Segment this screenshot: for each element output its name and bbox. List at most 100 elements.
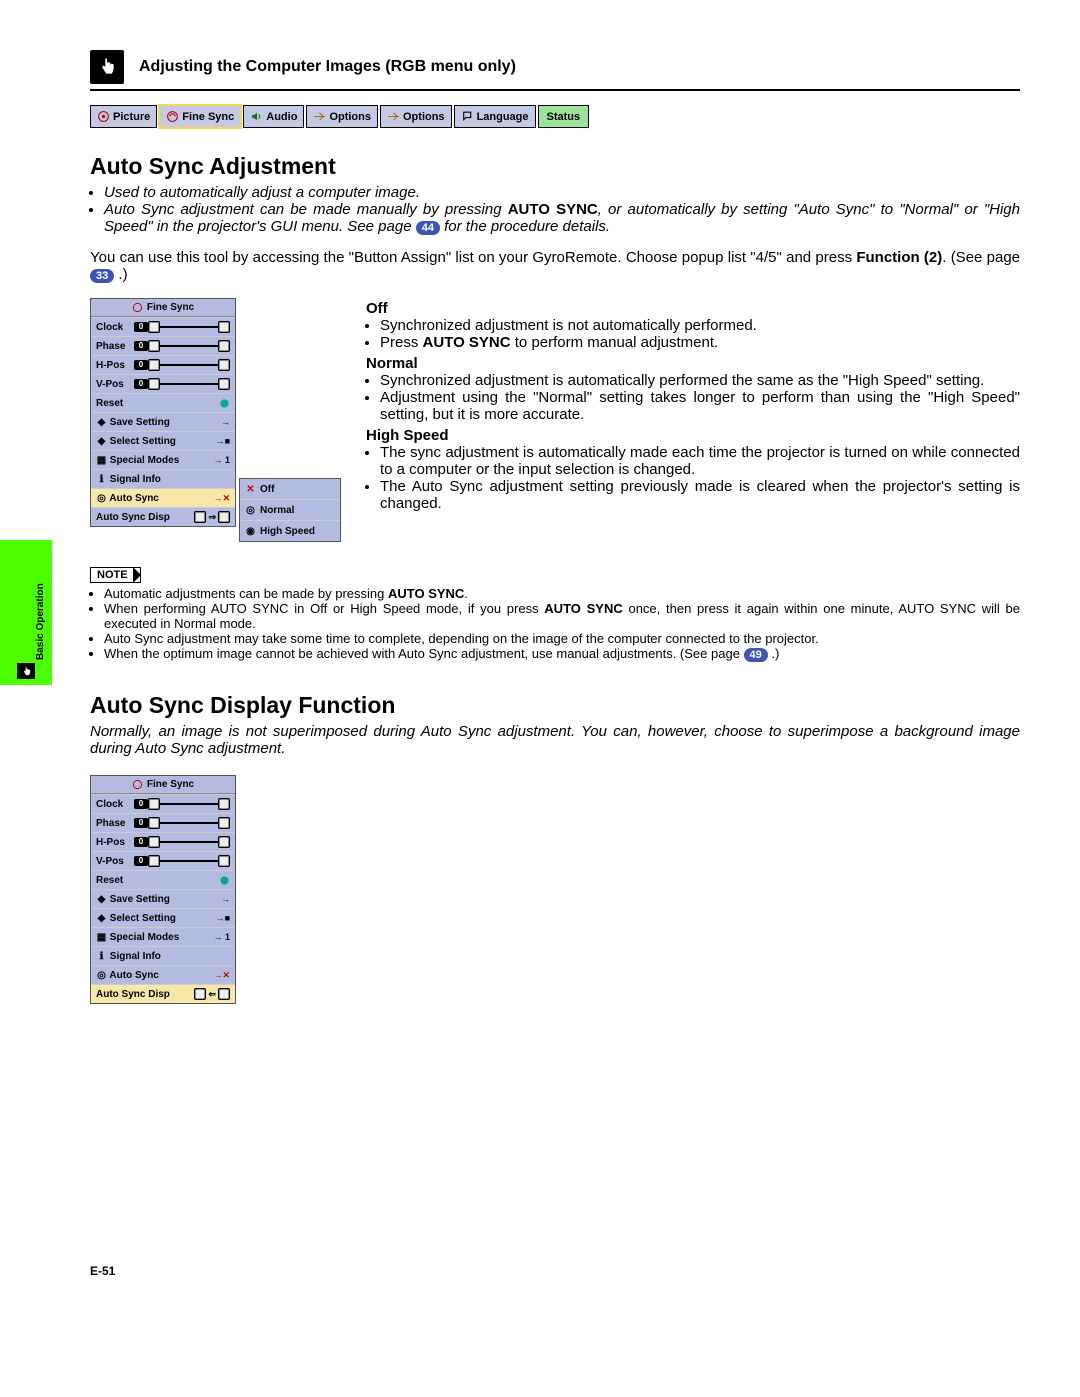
popup-label: High Speed	[260, 526, 315, 537]
sync-icon: ◎	[96, 970, 107, 981]
osd-row-vpos[interactable]: V-Pos 0	[91, 851, 235, 870]
popup-option-off[interactable]: ✕ Off	[240, 479, 340, 500]
osd-label: Auto Sync	[109, 493, 158, 504]
section-intro: Used to automatically adjust a computer …	[90, 184, 1020, 235]
tab-language[interactable]: Language	[454, 105, 536, 128]
page-title: Adjusting the Computer Images (RGB menu …	[139, 58, 516, 76]
popup-label: Normal	[260, 505, 294, 516]
osd-sub-auto-sync-disp[interactable]: Auto Sync Disp ⇐	[91, 984, 235, 1003]
tab-fine-sync[interactable]: Fine Sync	[159, 105, 241, 128]
toggle-icon	[194, 511, 206, 523]
diamond-icon: ◆	[96, 894, 107, 905]
osd-label: V-Pos	[96, 379, 134, 390]
sync-icon	[166, 110, 179, 123]
text-bold: AUTO SYNC	[423, 334, 511, 351]
slider-knob[interactable]	[148, 378, 160, 390]
slider-knob[interactable]	[148, 855, 160, 867]
popup-option-high-speed[interactable]: ◉ High Speed	[240, 521, 340, 541]
page-ref: 33	[90, 269, 114, 283]
value-box: 0	[134, 341, 148, 351]
audio-icon	[250, 110, 263, 123]
osd-sub-special[interactable]: ▦ Special Modes → 1	[91, 450, 235, 469]
text: Synchronized adjustment is not automatic…	[380, 317, 757, 334]
slider-knob[interactable]	[148, 321, 160, 333]
text: Auto Sync adjustment may take some time …	[104, 631, 819, 646]
slider-end	[218, 378, 230, 390]
tab-picture[interactable]: Picture	[90, 105, 157, 128]
arrow-icon: →■	[216, 913, 230, 923]
text: .)	[768, 646, 780, 661]
osd-sub-select[interactable]: ◆ Select Setting →■	[91, 431, 235, 450]
osd-label: Special Modes	[110, 932, 179, 943]
osd-label: Auto Sync Disp	[96, 989, 170, 1000]
osd-label: V-Pos	[96, 856, 134, 867]
page-header: Adjusting the Computer Images (RGB menu …	[90, 50, 1020, 84]
osd-label: Reset	[96, 875, 134, 886]
info-icon: ℹ	[96, 474, 107, 485]
osd-label: H-Pos	[96, 837, 134, 848]
osd-sub-save[interactable]: ◆ Save Setting →	[91, 412, 235, 431]
tab-label: Language	[477, 111, 529, 123]
osd-row-phase[interactable]: Phase 0	[91, 813, 235, 832]
osd-row-hpos[interactable]: H-Pos 0	[91, 355, 235, 374]
osd-label: Special Modes	[110, 455, 179, 466]
osd-sub-special[interactable]: ▦ Special Modes → 1	[91, 927, 235, 946]
osd-sub-save[interactable]: ◆ Save Setting →	[91, 889, 235, 908]
slider-knob[interactable]	[148, 359, 160, 371]
language-icon	[461, 110, 474, 123]
slider-knob[interactable]	[148, 836, 160, 848]
slider-knob[interactable]	[148, 798, 160, 810]
text: When performing AUTO SYNC in Off or High…	[104, 601, 544, 616]
osd-sub-auto-sync[interactable]: ◎ Auto Sync →✕	[91, 965, 235, 984]
options-icon	[313, 110, 326, 123]
osd-label: Signal Info	[110, 474, 161, 485]
page-ref: 44	[416, 221, 440, 235]
osd-sub-auto-sync[interactable]: ◎ Auto Sync →✕	[91, 488, 235, 507]
osd-row-reset[interactable]: Reset	[91, 393, 235, 412]
notes-list: Automatic adjustments can be made by pre…	[90, 586, 1020, 662]
intro-text: Used to automatically adjust a computer …	[104, 184, 420, 201]
osd-sub-signal[interactable]: ℹ Signal Info	[91, 469, 235, 488]
off-icon: ✕	[245, 484, 256, 495]
arrow-icon: → 1	[213, 932, 230, 942]
osd-row-vpos[interactable]: V-Pos 0	[91, 374, 235, 393]
slider-knob[interactable]	[148, 817, 160, 829]
tab-status[interactable]: Status	[538, 105, 590, 128]
modes-icon: ▦	[96, 932, 107, 943]
text: . (See page	[942, 249, 1020, 266]
osd-row-hpos[interactable]: H-Pos 0	[91, 832, 235, 851]
tab-audio[interactable]: Audio	[243, 105, 304, 128]
toggle-icon	[194, 988, 206, 1000]
osd-row-clock[interactable]: Clock 0	[91, 794, 235, 813]
tab-options-1[interactable]: Options	[306, 105, 378, 128]
osd-row-reset[interactable]: Reset	[91, 870, 235, 889]
osd-label: Save Setting	[110, 417, 170, 428]
note-tag: NOTE	[90, 567, 141, 583]
osd-label: Select Setting	[110, 913, 176, 924]
osd-sub-select[interactable]: ◆ Select Setting →■	[91, 908, 235, 927]
slider-knob[interactable]	[148, 340, 160, 352]
osd-row-phase[interactable]: Phase 0	[91, 336, 235, 355]
tab-options-2[interactable]: Options	[380, 105, 452, 128]
section-title-auto-sync-display: Auto Sync Display Function	[90, 692, 1020, 719]
tab-label: Picture	[113, 111, 150, 123]
osd-sub-signal[interactable]: ℹ Signal Info	[91, 946, 235, 965]
sync-icon	[132, 779, 143, 790]
slider-end	[218, 855, 230, 867]
osd-label: Phase	[96, 818, 134, 829]
cursor-icon	[90, 50, 124, 84]
osd-label: Save Setting	[110, 894, 170, 905]
arrow-icon: →■	[216, 436, 230, 446]
slider-end	[218, 321, 230, 333]
osd-row-clock[interactable]: Clock 0	[91, 317, 235, 336]
text-bold: Function (2)	[856, 249, 942, 266]
slider-end	[218, 836, 230, 848]
osd-sub-auto-sync-disp[interactable]: Auto Sync Disp ⇒	[91, 507, 235, 526]
text: Adjustment using the "Normal" setting ta…	[380, 389, 1020, 423]
divider	[90, 89, 1020, 91]
reset-icon	[219, 398, 230, 409]
text: You can use this tool by accessing the "…	[90, 249, 856, 266]
mode-head-high-speed: High Speed	[366, 427, 1020, 444]
tab-label: Audio	[266, 111, 297, 123]
popup-option-normal[interactable]: ◎ Normal	[240, 500, 340, 521]
